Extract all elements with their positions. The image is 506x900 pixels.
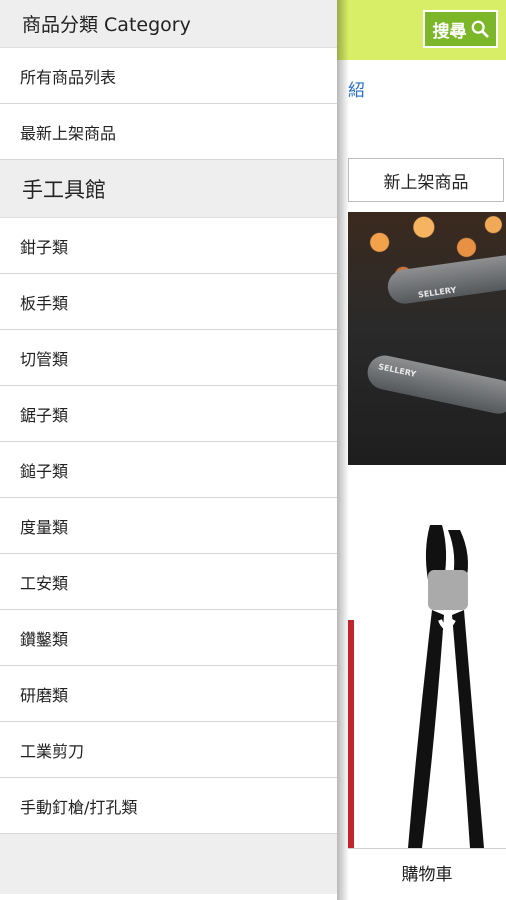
menu-item-new-products[interactable]: 最新上架商品 bbox=[0, 104, 337, 160]
category-drawer: 商品分類 Category 所有商品列表 最新上架商品 手工具館 鉗子類 板手類… bbox=[0, 0, 337, 900]
menu-item-hammers[interactable]: 鎚子類 bbox=[0, 442, 337, 498]
cart-button[interactable]: 購物車 bbox=[348, 848, 506, 895]
drawer-footer bbox=[0, 834, 337, 894]
new-products-tab[interactable]: 新上架商品 bbox=[348, 158, 504, 202]
menu-item-wrenches[interactable]: 板手類 bbox=[0, 274, 337, 330]
search-button[interactable]: 搜尋 bbox=[423, 10, 498, 48]
menu-item-industrial-scissors[interactable]: 工業剪刀 bbox=[0, 722, 337, 778]
menu-item-pipe-cutters[interactable]: 切管類 bbox=[0, 330, 337, 386]
menu-item-grinding[interactable]: 研磨類 bbox=[0, 666, 337, 722]
category-header: 商品分類 Category bbox=[0, 0, 337, 48]
menu-item-chisels[interactable]: 鑽鑿類 bbox=[0, 610, 337, 666]
menu-item-saws[interactable]: 鋸子類 bbox=[0, 386, 337, 442]
bolt-cutter-image bbox=[348, 525, 484, 848]
partial-link[interactable]: 紹 bbox=[348, 76, 365, 101]
product-image[interactable] bbox=[348, 470, 506, 848]
drawer-shadow bbox=[337, 0, 349, 900]
menu-item-measuring[interactable]: 度量類 bbox=[0, 498, 337, 554]
product-banner[interactable]: SELLERY SELLERY bbox=[348, 212, 506, 465]
menu-item-all-products[interactable]: 所有商品列表 bbox=[0, 48, 337, 104]
hand-tools-section-header: 手工具館 bbox=[0, 160, 337, 218]
menu-item-pliers[interactable]: 鉗子類 bbox=[0, 218, 337, 274]
search-icon bbox=[471, 20, 489, 38]
search-button-label: 搜尋 bbox=[432, 21, 467, 42]
menu-item-safety[interactable]: 工安類 bbox=[0, 554, 337, 610]
plier-handle-lower bbox=[364, 352, 506, 417]
plier-handle-upper bbox=[385, 251, 506, 306]
menu-item-staplers-punches[interactable]: 手動釘槍/打孔類 bbox=[0, 778, 337, 834]
